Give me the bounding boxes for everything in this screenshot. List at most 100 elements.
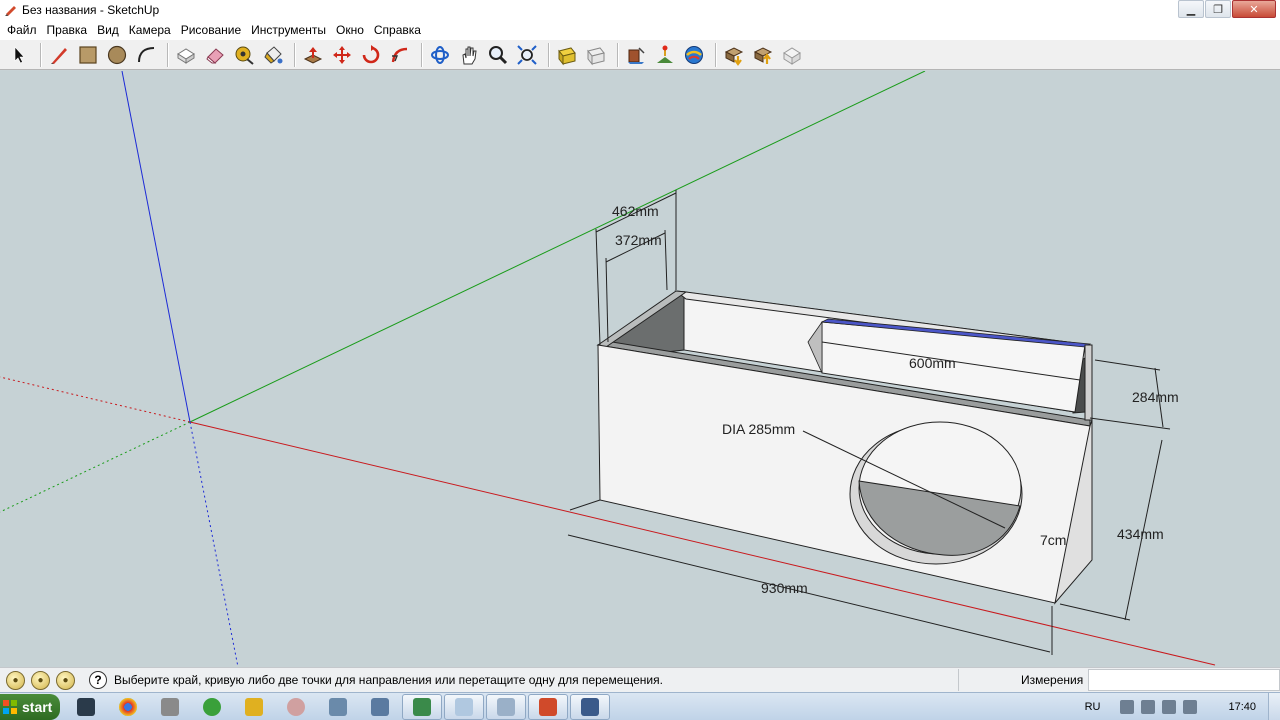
tray-icon[interactable]: [1141, 700, 1156, 714]
dim-thickness: 7cm: [1040, 532, 1067, 548]
volume-icon[interactable]: [1183, 700, 1198, 714]
dim-depth-outer: 462mm: [612, 203, 659, 219]
eraser-tool-button[interactable]: [202, 42, 228, 68]
utorrent-icon: [203, 697, 222, 716]
show-desktop-button[interactable]: [1268, 693, 1280, 720]
extension-warehouse-button[interactable]: [779, 42, 805, 68]
language-indicator[interactable]: RU: [1085, 701, 1101, 713]
toolbar-separator: [167, 42, 168, 67]
get-models-button[interactable]: [681, 42, 707, 68]
toolbar-separator: [294, 42, 295, 67]
arc-tool-button[interactable]: [133, 42, 159, 68]
menu-edit[interactable]: Правка: [42, 23, 93, 37]
help-icon[interactable]: ?: [89, 671, 107, 689]
menu-file[interactable]: Файл: [2, 23, 42, 37]
measurements-input[interactable]: [1088, 669, 1280, 691]
share-model-icon: [724, 46, 744, 66]
app-icon: [245, 697, 264, 716]
push-pull-button[interactable]: [300, 42, 326, 68]
taskbar-app-3[interactable]: [150, 694, 190, 720]
rectangle-tool-button[interactable]: [75, 42, 101, 68]
taskbar-chrome[interactable]: [108, 694, 148, 720]
clock[interactable]: 17:40: [1228, 701, 1256, 713]
orbit-tool-button[interactable]: [427, 42, 453, 68]
taskbar-app-11[interactable]: [486, 693, 527, 720]
taskbar-app-9[interactable]: [402, 693, 443, 720]
share-model-button[interactable]: [721, 42, 747, 68]
previous-view-icon: [558, 46, 576, 65]
move-tool-button[interactable]: [329, 42, 355, 68]
menu-help[interactable]: Справка: [369, 23, 426, 37]
paint-bucket-button[interactable]: [260, 42, 286, 68]
model-viewport[interactable]: 462mm 372mm 600mm 284mm DIA 285mm 7cm 43…: [0, 71, 1280, 667]
user-account-icon[interactable]: ●: [56, 670, 75, 690]
toolbar-separator: [617, 42, 618, 67]
add-location-button[interactable]: [623, 42, 649, 68]
tray-icon[interactable]: [1120, 700, 1135, 714]
taskbar-app-6[interactable]: [276, 694, 316, 720]
tape-measure-icon: [235, 46, 254, 65]
app-icon: [161, 697, 180, 716]
move-tool-icon: [333, 45, 351, 64]
sketchup-app-icon: [5, 6, 16, 16]
taskbar-utorrent[interactable]: [192, 694, 232, 720]
window-controls: ▁ ❐ ✕: [1177, 0, 1276, 18]
network-icon[interactable]: [1162, 700, 1177, 714]
tape-measure-button[interactable]: [231, 42, 257, 68]
toolbar-separator: [40, 42, 41, 67]
follow-me-button[interactable]: [387, 42, 413, 68]
menu-camera[interactable]: Камера: [124, 23, 176, 37]
blue-axis-dotted: [189, 421, 239, 667]
title-bar: Без названия - SketchUp ▁ ❐ ✕: [0, 0, 1280, 20]
previous-view-button[interactable]: [554, 42, 580, 68]
taskbar-app-5[interactable]: [234, 694, 274, 720]
select-tool-icon: [14, 45, 25, 63]
rotate-tool-button[interactable]: [358, 42, 384, 68]
menu-view[interactable]: Вид: [92, 23, 124, 37]
arc-tool-icon: [138, 46, 155, 62]
minimize-button[interactable]: ▁: [1178, 0, 1204, 18]
zoom-tool-button[interactable]: [485, 42, 511, 68]
circle-tool-button[interactable]: [104, 42, 130, 68]
geolocation-icon[interactable]: ●: [6, 670, 25, 690]
taskbar-app-7[interactable]: [318, 694, 358, 720]
toolbar-separator: [421, 42, 422, 67]
taskbar-sketchup[interactable]: [528, 693, 569, 720]
zoom-tool-icon: [489, 45, 508, 64]
credits-icon[interactable]: ●: [31, 670, 50, 690]
maximize-button[interactable]: ❐: [1205, 0, 1231, 18]
taskbar-app-8[interactable]: [360, 694, 400, 720]
next-view-icon: [587, 46, 605, 65]
pan-tool-button[interactable]: [456, 42, 482, 68]
push-pull-icon: [303, 46, 323, 64]
make-component-button[interactable]: [173, 42, 199, 68]
dim-height: 434mm: [1117, 526, 1164, 542]
box-right-rim[interactable]: [1084, 344, 1093, 421]
line-tool-button[interactable]: [46, 42, 72, 68]
toggle-terrain-button[interactable]: [652, 42, 678, 68]
green-axis-dotted: [0, 421, 191, 513]
dim-diameter: DIA 285mm: [722, 421, 796, 437]
menu-tools[interactable]: Инструменты: [246, 23, 331, 37]
scene-canvas[interactable]: [0, 71, 1280, 667]
window-title: Без названия - SketchUp: [22, 3, 160, 17]
taskbar-app-13[interactable]: [570, 693, 611, 720]
follow-me-icon: [391, 47, 408, 62]
menu-draw[interactable]: Рисование: [176, 23, 246, 37]
share-component-icon: [753, 46, 773, 64]
next-view-button[interactable]: [583, 42, 609, 68]
taskbar-app-1[interactable]: [66, 694, 106, 720]
menu-window[interactable]: Окно: [331, 23, 369, 37]
taskbar-app-10[interactable]: [444, 693, 485, 720]
zoom-extents-button[interactable]: [514, 42, 540, 68]
menu-bar: Файл Правка Вид Камера Рисование Инструм…: [0, 20, 1280, 40]
paint-bucket-icon: [264, 45, 283, 64]
status-instruction: Выберите край, кривую либо две точки для…: [114, 673, 663, 687]
app-icon: [581, 697, 600, 716]
dim-top-height: 284mm: [1132, 389, 1179, 405]
share-component-button[interactable]: [750, 42, 776, 68]
select-tool-button[interactable]: [6, 42, 32, 68]
start-button[interactable]: start: [0, 693, 61, 720]
app-icon: [455, 697, 474, 716]
close-button[interactable]: ✕: [1232, 0, 1276, 18]
